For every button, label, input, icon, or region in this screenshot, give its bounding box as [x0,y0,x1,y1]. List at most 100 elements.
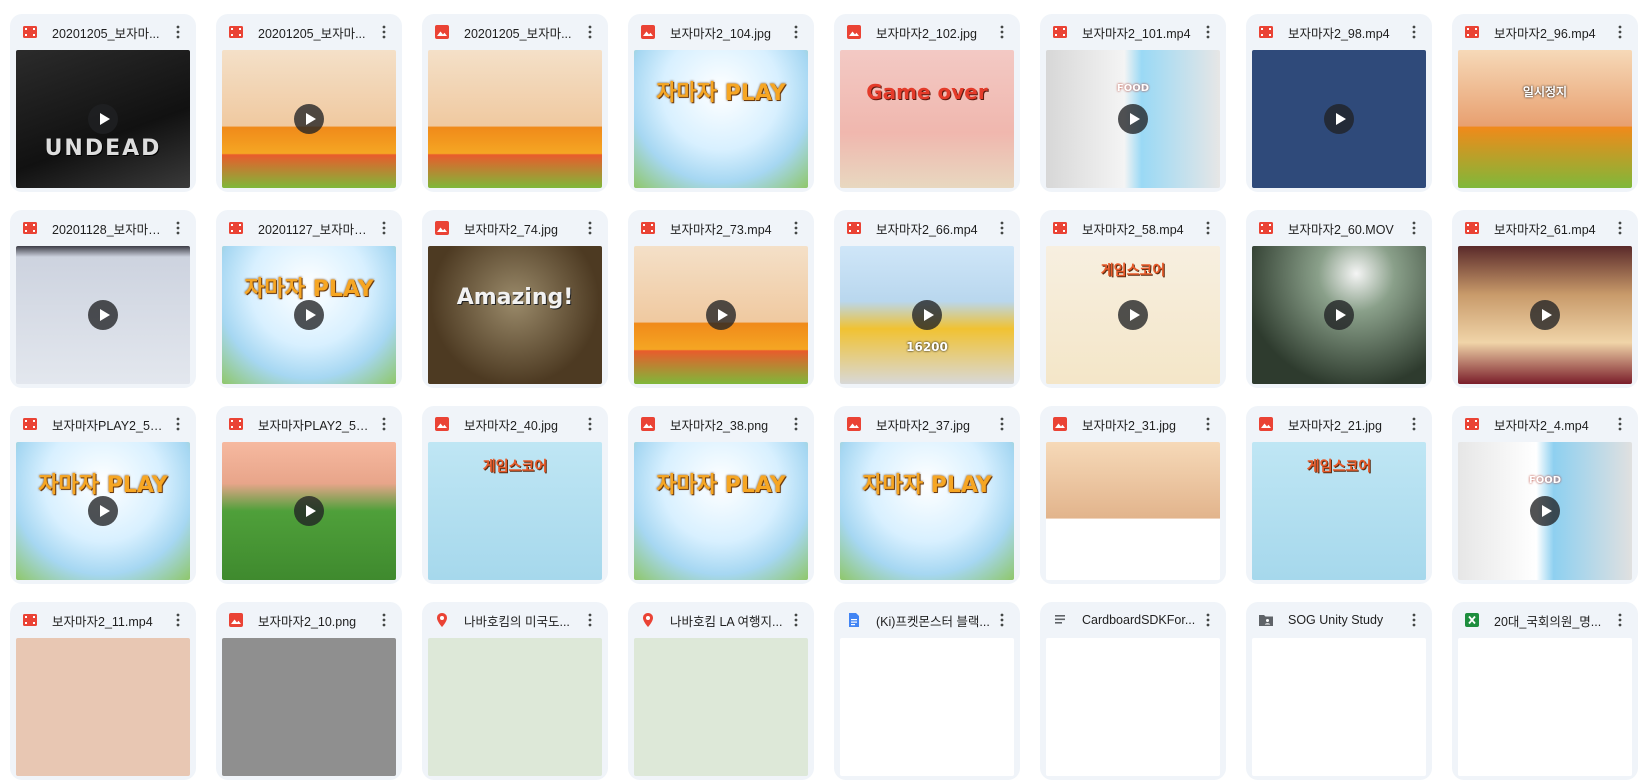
file-thumbnail[interactable] [634,246,808,384]
file-thumbnail[interactable] [222,442,396,580]
file-thumbnail[interactable]: UNDEAD [16,50,190,188]
file-card[interactable]: 보자마자2_96.mp4 일시정지 [1452,14,1638,192]
play-icon[interactable] [1118,104,1148,134]
file-thumbnail[interactable] [16,246,190,384]
more-actions-icon[interactable] [166,412,190,436]
file-card[interactable]: 보자마자2_40.jpg 게임스코어 [422,406,608,584]
file-card[interactable]: 나바호킴 LA 여행지... [628,602,814,780]
file-thumbnail[interactable]: Amazing! [428,246,602,384]
file-card[interactable]: 보자마자2_4.mp4 FOOD [1452,406,1638,584]
file-thumbnail[interactable] [634,638,808,776]
file-thumbnail[interactable] [1046,442,1220,580]
more-actions-icon[interactable] [990,20,1014,44]
more-actions-icon[interactable] [990,412,1014,436]
file-thumbnail[interactable]: 자마자 PLAY [634,442,808,580]
file-thumbnail[interactable] [428,50,602,188]
file-card[interactable]: 20201205_보자마... [216,14,402,192]
file-thumbnail[interactable] [1252,50,1426,188]
more-actions-icon[interactable] [1608,608,1632,632]
file-thumbnail[interactable]: 게임스코어 [428,442,602,580]
file-thumbnail[interactable] [1458,246,1632,384]
more-actions-icon[interactable] [166,216,190,240]
file-card[interactable]: 보자마자2_61.mp4 [1452,210,1638,388]
more-actions-icon[interactable] [578,412,602,436]
more-actions-icon[interactable] [1402,216,1426,240]
file-card[interactable]: 보자마자2_101.mp4 FOOD [1040,14,1226,192]
file-thumbnail[interactable]: Game over [840,50,1014,188]
more-actions-icon[interactable] [1402,412,1426,436]
file-card[interactable]: 보자마자2_58.mp4 게임스코어 [1040,210,1226,388]
file-thumbnail[interactable] [1252,246,1426,384]
more-actions-icon[interactable] [578,20,602,44]
play-icon[interactable] [1530,300,1560,330]
more-actions-icon[interactable] [784,20,808,44]
play-icon[interactable] [88,300,118,330]
file-thumbnail[interactable] [222,50,396,188]
file-thumbnail[interactable]: 게임스코어 [1046,246,1220,384]
play-icon[interactable] [294,104,324,134]
file-card[interactable]: 보자마자PLAY2_53.... [216,406,402,584]
file-thumbnail[interactable]: 게임스코어 [1252,442,1426,580]
more-actions-icon[interactable] [1196,216,1220,240]
more-actions-icon[interactable] [1608,412,1632,436]
file-card[interactable]: 보자마자2_66.mp4 16200 [834,210,1020,388]
more-actions-icon[interactable] [784,216,808,240]
file-thumbnail[interactable]: 자마자 PLAY [634,50,808,188]
file-card[interactable]: 나바호킴의 미국도... [422,602,608,780]
more-actions-icon[interactable] [784,412,808,436]
file-card[interactable]: SOG Unity Study [1246,602,1432,780]
file-card[interactable]: CardboardSDKFor... [1040,602,1226,780]
file-thumbnail[interactable] [16,638,190,776]
file-card[interactable]: 보자마자2_102.jpg Game over [834,14,1020,192]
more-actions-icon[interactable] [166,608,190,632]
file-thumbnail[interactable] [840,638,1014,776]
file-card[interactable]: 20201128_보자마자... [10,210,196,388]
file-thumbnail[interactable]: 16200 [840,246,1014,384]
more-actions-icon[interactable] [1196,20,1220,44]
more-actions-icon[interactable] [578,216,602,240]
more-actions-icon[interactable] [1608,216,1632,240]
file-card[interactable]: 보자마자2_98.mp4 [1246,14,1432,192]
file-thumbnail[interactable] [222,638,396,776]
more-actions-icon[interactable] [372,608,396,632]
file-thumbnail[interactable]: 일시정지 [1458,50,1632,188]
play-icon[interactable] [1530,496,1560,526]
more-actions-icon[interactable] [578,608,602,632]
play-icon[interactable] [294,300,324,330]
more-actions-icon[interactable] [990,608,1014,632]
file-card[interactable]: 보자마자2_31.jpg [1040,406,1226,584]
play-icon[interactable] [88,104,118,134]
file-card[interactable]: 20대_국회의원_명... [1452,602,1638,780]
file-thumbnail[interactable] [1458,638,1632,776]
play-icon[interactable] [294,496,324,526]
play-icon[interactable] [1324,104,1354,134]
file-thumbnail[interactable] [1252,638,1426,776]
file-thumbnail[interactable]: 자마자 PLAY [840,442,1014,580]
play-icon[interactable] [88,496,118,526]
file-card[interactable]: 보자마자2_38.png 자마자 PLAY [628,406,814,584]
file-card[interactable]: 20201205_보자마... UNDEAD [10,14,196,192]
more-actions-icon[interactable] [1402,608,1426,632]
file-thumbnail[interactable] [1046,638,1220,776]
file-thumbnail[interactable] [428,638,602,776]
file-card[interactable]: 보자마자2_10.png [216,602,402,780]
play-icon[interactable] [1324,300,1354,330]
file-card[interactable]: 보자마자2_73.mp4 [628,210,814,388]
more-actions-icon[interactable] [1402,20,1426,44]
file-thumbnail[interactable]: 자마자 PLAY [222,246,396,384]
file-card[interactable]: 보자마자2_104.jpg 자마자 PLAY [628,14,814,192]
file-card[interactable]: 보자마자2_11.mp4 [10,602,196,780]
more-actions-icon[interactable] [1608,20,1632,44]
more-actions-icon[interactable] [166,20,190,44]
file-card[interactable]: 보자마자2_37.jpg 자마자 PLAY [834,406,1020,584]
file-card[interactable]: 보자마자2_74.jpg Amazing! [422,210,608,388]
file-thumbnail[interactable]: 자마자 PLAY [16,442,190,580]
file-card[interactable]: (Ki)프켓몬스터 블랙... [834,602,1020,780]
file-card[interactable]: 보자마자PLAY2_54.... 자마자 PLAY [10,406,196,584]
play-icon[interactable] [912,300,942,330]
file-card[interactable]: 보자마자2_21.jpg 게임스코어 [1246,406,1432,584]
more-actions-icon[interactable] [372,20,396,44]
file-thumbnail[interactable]: FOOD [1458,442,1632,580]
more-actions-icon[interactable] [372,412,396,436]
play-icon[interactable] [1118,300,1148,330]
